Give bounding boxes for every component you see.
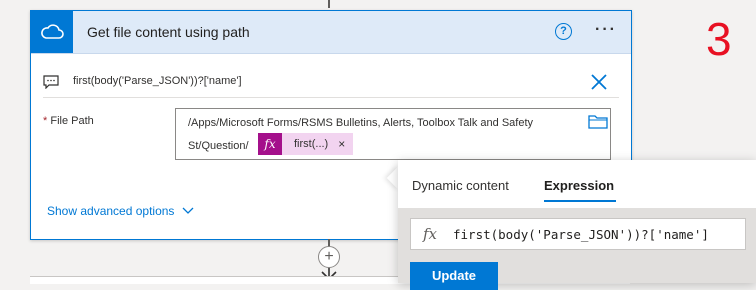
tab-dynamic-content[interactable]: Dynamic content xyxy=(412,178,509,193)
path-text-line1: /Apps/Microsoft Forms/RSMS Bulletins, Al… xyxy=(188,117,534,129)
expression-token[interactable]: fx first(...) × xyxy=(258,133,354,155)
fx-icon: fx xyxy=(423,225,438,243)
fx-icon: fx xyxy=(258,133,282,155)
cloud-icon xyxy=(31,11,73,53)
help-icon[interactable]: ? xyxy=(555,23,572,40)
file-path-label-text: File Path xyxy=(50,115,94,127)
tab-expression[interactable]: Expression xyxy=(544,178,614,193)
comment-icon xyxy=(43,75,59,94)
update-button[interactable]: Update xyxy=(410,262,498,290)
path-text-line2: St/Question/ xyxy=(188,140,249,152)
advanced-options-label: Show advanced options xyxy=(47,204,175,218)
action-title: Get file content using path xyxy=(87,24,250,40)
comment-text[interactable]: first(body('Parse_JSON'))?['name'] xyxy=(73,75,242,87)
more-options-icon[interactable]: ··· xyxy=(595,21,617,39)
add-step-button[interactable]: + xyxy=(318,246,340,268)
file-path-input[interactable]: /Apps/Microsoft Forms/RSMS Bulletins, Al… xyxy=(175,108,611,160)
folder-icon[interactable] xyxy=(588,114,608,135)
flow-connector-top xyxy=(328,0,330,8)
token-label: first(...) xyxy=(294,138,329,150)
divider xyxy=(43,97,619,98)
close-icon[interactable] xyxy=(589,72,609,97)
required-mark: * xyxy=(43,115,48,127)
expression-editor-area: fx first(body('Parse_JSON'))?['name'] Up… xyxy=(398,208,756,290)
show-advanced-options-link[interactable]: Show advanced options xyxy=(47,204,194,218)
comment-row: first(body('Parse_JSON'))?['name'] xyxy=(31,69,631,97)
expression-text: first(body('Parse_JSON'))?['name'] xyxy=(453,227,709,242)
active-tab-indicator xyxy=(544,200,616,202)
chevron-down-icon xyxy=(182,207,194,214)
expression-input[interactable]: fx first(body('Parse_JSON'))?['name'] xyxy=(410,218,746,250)
action-card-header[interactable]: Get file content using path ? ··· xyxy=(31,11,631,54)
step-number: 3 xyxy=(706,13,732,65)
token-remove-icon[interactable]: × xyxy=(338,137,353,151)
file-path-label: * File Path xyxy=(43,115,94,127)
expression-popover: Dynamic content Expression fx first(body… xyxy=(398,160,756,290)
